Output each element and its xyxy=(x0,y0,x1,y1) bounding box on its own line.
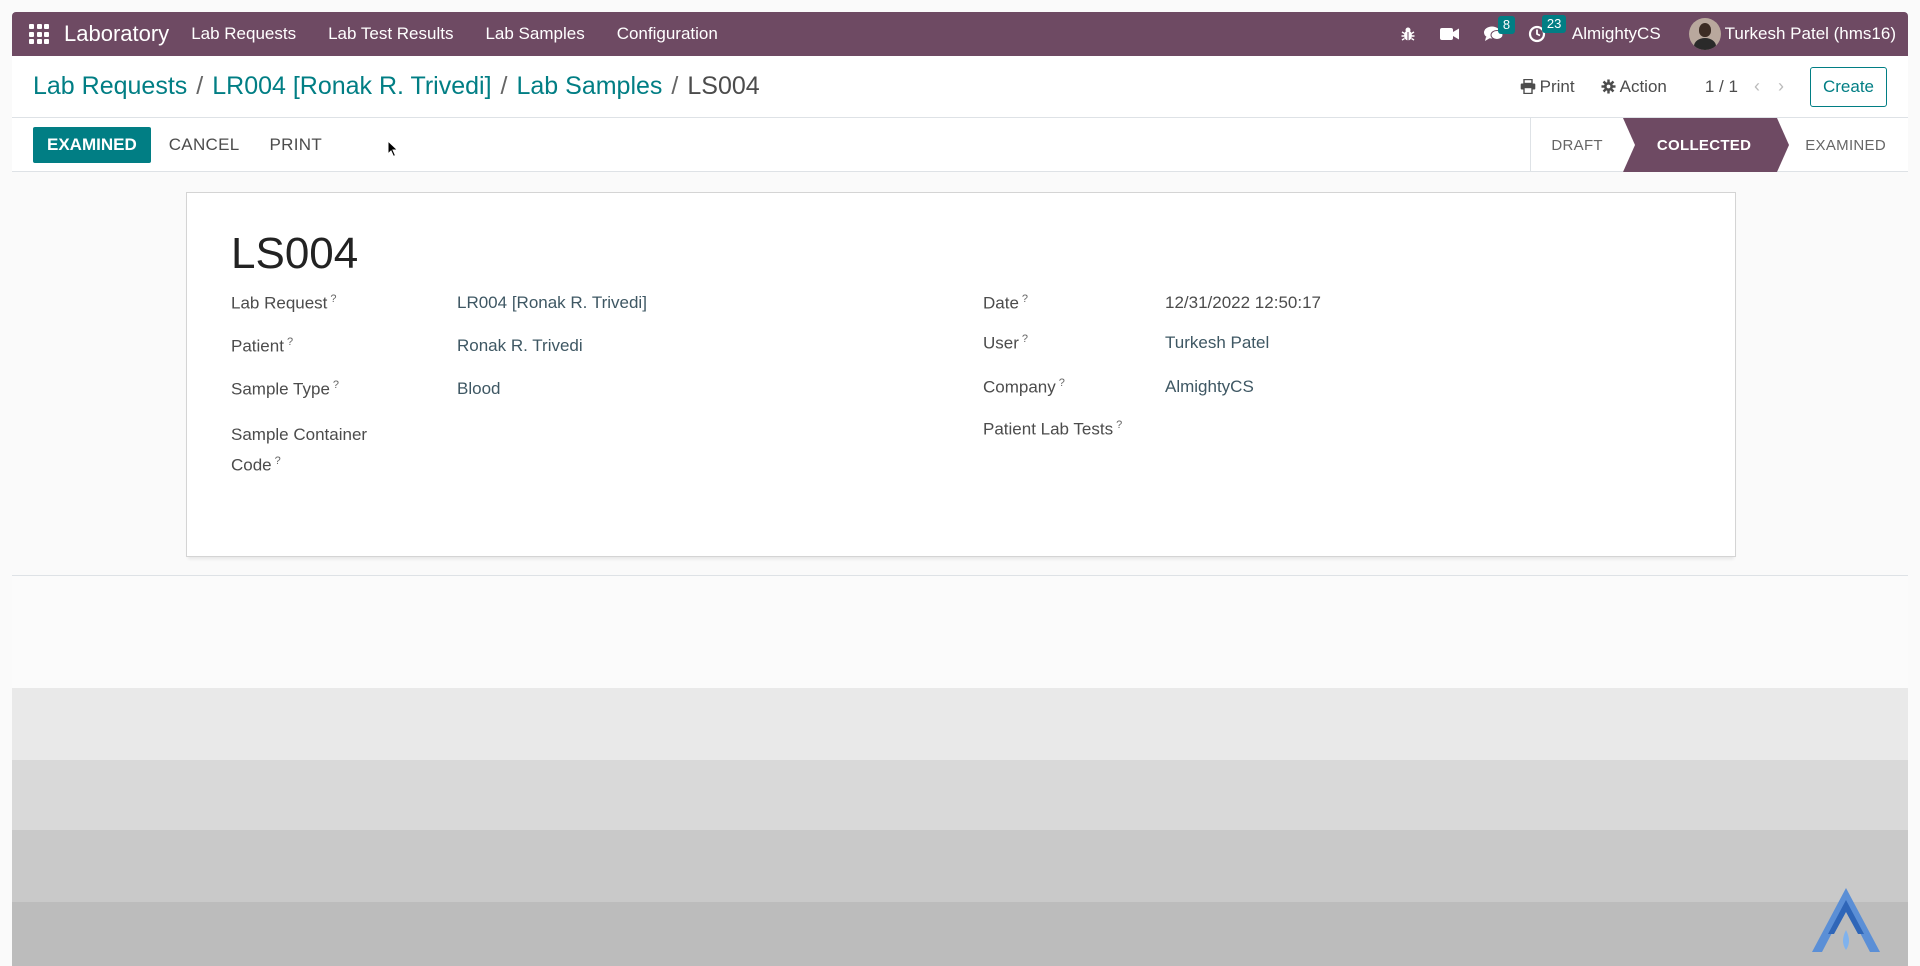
status-stages: DRAFT COLLECTED EXAMINED xyxy=(1530,118,1908,172)
bug-icon[interactable] xyxy=(1400,26,1416,42)
examined-button[interactable]: EXAMINED xyxy=(33,126,151,163)
user-menu[interactable]: Turkesh Patel (hms16) xyxy=(1688,18,1896,50)
print-button[interactable]: PRINT xyxy=(270,127,323,163)
field-sample-container-code: Sample Container Code? xyxy=(231,422,931,479)
field-label: Sample Container xyxy=(231,425,368,444)
control-panel: Lab Requests / LR004 [Ronak R. Trivedi] … xyxy=(12,56,1908,118)
chevron-left-icon[interactable]: ‹ xyxy=(1754,76,1760,97)
menu-lab-samples[interactable]: Lab Samples xyxy=(485,24,584,44)
company-switcher[interactable]: AlmightyCS xyxy=(1572,24,1661,44)
help-tooltip-icon[interactable]: ? xyxy=(1059,377,1065,389)
help-tooltip-icon[interactable]: ? xyxy=(1022,333,1028,345)
action-dropdown[interactable]: Action xyxy=(1601,77,1667,97)
breadcrumb-separator: / xyxy=(671,72,679,100)
gear-icon xyxy=(1601,79,1616,94)
breadcrumb-lab-requests[interactable]: Lab Requests xyxy=(33,72,187,101)
help-tooltip-icon[interactable]: ? xyxy=(275,455,281,467)
date-value[interactable]: 12/31/2022 12:50:17 xyxy=(1165,293,1321,315)
form-statusbar: EXAMINED CANCEL PRINT DRAFT COLLECTED EX… xyxy=(12,118,1908,172)
field-label: User xyxy=(983,333,1019,353)
chevron-right-icon[interactable]: › xyxy=(1778,76,1784,97)
help-tooltip-icon[interactable]: ? xyxy=(1022,293,1028,305)
app-name[interactable]: Laboratory xyxy=(64,21,169,47)
right-field-group: Date? 12/31/2022 12:50:17 User? Turkesh … xyxy=(983,293,1683,456)
avatar xyxy=(1688,18,1721,50)
left-field-group: Lab Request? LR004 [Ronak R. Trivedi] Pa… xyxy=(231,293,931,494)
record-title: LS004 xyxy=(231,229,359,278)
breadcrumb-separator: / xyxy=(500,72,508,100)
user-name: Turkesh Patel (hms16) xyxy=(1724,24,1896,43)
action-label: Action xyxy=(1619,76,1667,96)
messages-icon[interactable]: 8 xyxy=(1483,16,1516,42)
app-frame: Laboratory Lab Requests Lab Test Results… xyxy=(12,12,1908,966)
stage-examined[interactable]: EXAMINED xyxy=(1777,118,1908,172)
help-tooltip-icon[interactable]: ? xyxy=(287,336,293,348)
menu-configuration[interactable]: Configuration xyxy=(617,24,718,44)
user-value[interactable]: Turkesh Patel xyxy=(1165,333,1269,355)
stage-collected[interactable]: COLLECTED xyxy=(1622,118,1790,172)
field-company: Company? AlmightyCS xyxy=(983,377,1683,399)
field-label: Patient xyxy=(231,336,284,356)
messages-count-badge: 8 xyxy=(1497,16,1516,34)
help-tooltip-icon[interactable]: ? xyxy=(1116,419,1122,431)
field-label: Date xyxy=(983,293,1019,313)
create-button[interactable]: Create xyxy=(1809,66,1887,107)
help-tooltip-icon[interactable]: ? xyxy=(333,379,339,391)
mouse-cursor-icon xyxy=(387,140,399,158)
field-user: User? Turkesh Patel xyxy=(983,333,1683,355)
breadcrumb-current: LS004 xyxy=(687,72,760,100)
empty-background xyxy=(12,576,1908,966)
apps-menu-icon[interactable] xyxy=(28,23,50,45)
field-lab-request: Lab Request? LR004 [Ronak R. Trivedi] xyxy=(231,293,931,315)
stage-draft[interactable]: DRAFT xyxy=(1531,118,1623,172)
breadcrumb-lab-samples[interactable]: Lab Samples xyxy=(516,72,662,101)
activities-clock-icon[interactable]: 23 xyxy=(1528,15,1567,43)
activities-count-badge: 23 xyxy=(1541,15,1567,33)
field-patient: Patient? Ronak R. Trivedi xyxy=(231,336,931,358)
form-sheet: LS004 Lab Request? LR004 [Ronak R. Trive… xyxy=(186,192,1736,557)
field-label: Lab Request xyxy=(231,293,328,313)
field-label: Patient Lab Tests xyxy=(983,419,1114,439)
top-navbar: Laboratory Lab Requests Lab Test Results… xyxy=(12,12,1908,56)
menu-lab-requests[interactable]: Lab Requests xyxy=(191,24,296,44)
breadcrumb: Lab Requests / LR004 [Ronak R. Trivedi] … xyxy=(33,72,760,101)
breadcrumb-separator: / xyxy=(196,72,204,100)
field-label: Sample Type xyxy=(231,379,330,399)
breadcrumb-lab-request-record[interactable]: LR004 [Ronak R. Trivedi] xyxy=(212,72,491,101)
print-dropdown[interactable]: Print xyxy=(1520,77,1575,97)
print-label: Print xyxy=(1539,76,1575,96)
navbar-systray: 8 23 AlmightyCS Turkesh Patel (hms16) xyxy=(1400,12,1908,56)
control-actions: Print Action 1 / 1 ‹ › Create xyxy=(1520,66,1908,107)
field-date: Date? 12/31/2022 12:50:17 xyxy=(983,293,1683,315)
printer-icon xyxy=(1520,79,1535,94)
field-patient-lab-tests: Patient Lab Tests? xyxy=(983,419,1683,441)
field-label: Company xyxy=(983,377,1056,397)
lab-request-value[interactable]: LR004 [Ronak R. Trivedi] xyxy=(457,293,647,315)
pager-value[interactable]: 1 / 1 xyxy=(1705,77,1738,97)
patient-value[interactable]: Ronak R. Trivedi xyxy=(457,336,583,358)
video-camera-icon[interactable] xyxy=(1439,27,1460,41)
field-label: Code xyxy=(231,455,272,475)
form-view: LS004 Lab Request? LR004 [Ronak R. Trive… xyxy=(12,172,1908,576)
field-sample-type: Sample Type? Blood xyxy=(231,379,931,401)
menu-lab-test-results[interactable]: Lab Test Results xyxy=(328,24,453,44)
sample-type-value[interactable]: Blood xyxy=(457,379,500,401)
cancel-button[interactable]: CANCEL xyxy=(169,127,240,163)
brand-logo-icon xyxy=(1812,888,1880,952)
company-value[interactable]: AlmightyCS xyxy=(1165,377,1254,399)
help-tooltip-icon[interactable]: ? xyxy=(330,293,336,305)
